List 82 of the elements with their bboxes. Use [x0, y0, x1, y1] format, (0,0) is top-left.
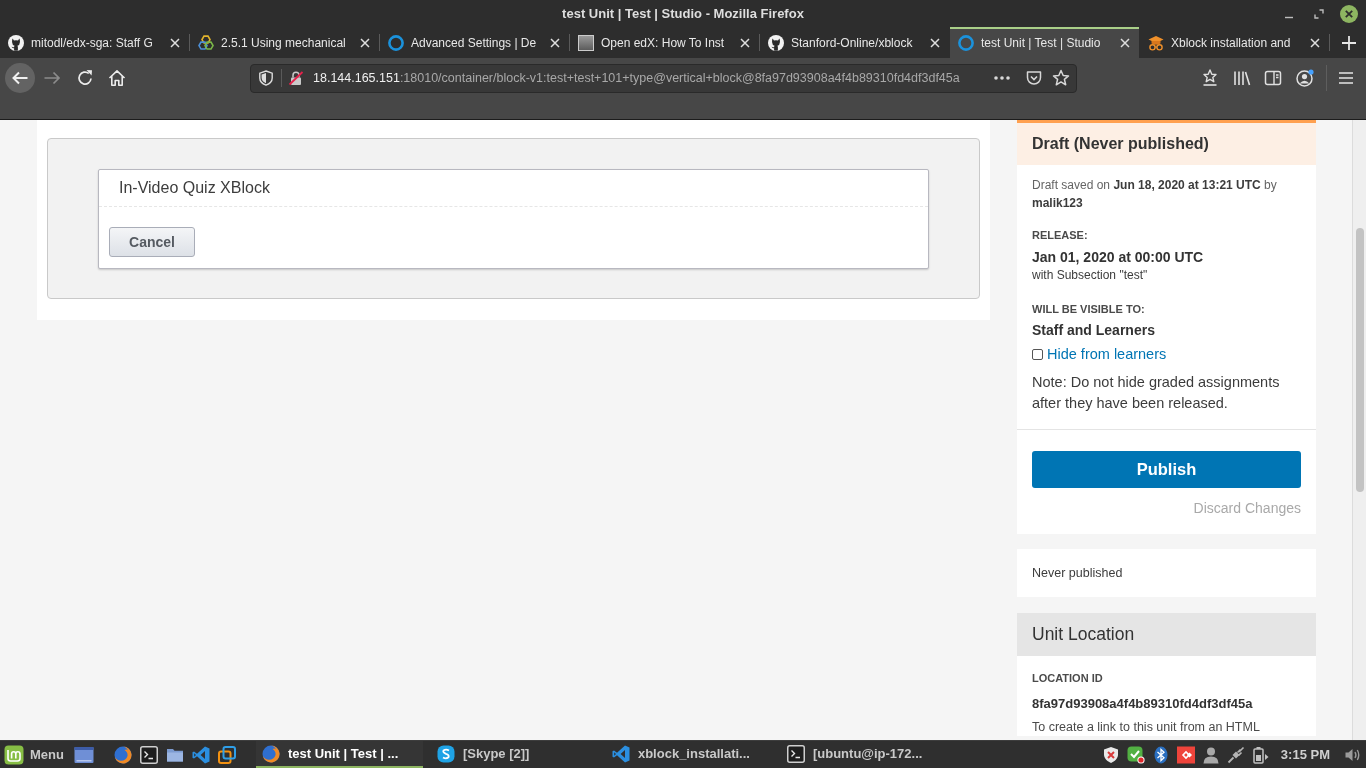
visibility-label: WILL BE VISIBLE TO:	[1032, 302, 1146, 317]
location-help-text: To create a link to this unit from an HTML	[1032, 719, 1261, 736]
ring-icon	[388, 34, 404, 51]
close-icon[interactable]	[740, 37, 750, 48]
more-icon[interactable]	[993, 75, 1011, 81]
sidebar-icon[interactable]	[1264, 69, 1282, 87]
code-icon[interactable]	[191, 745, 210, 764]
plus-icon[interactable]	[1341, 34, 1357, 51]
cat-icon	[768, 34, 784, 51]
logo-icon	[4, 744, 24, 765]
scrollbar-thumb[interactable]	[1355, 228, 1364, 492]
editor-title: In-Video Quiz XBlock	[119, 179, 270, 197]
diamonds-icon[interactable]	[1176, 745, 1195, 764]
release-scope-text: with Subsection "test"	[1032, 267, 1149, 283]
library-icon[interactable]	[1233, 69, 1251, 87]
graduation-cap-icon	[1148, 34, 1164, 51]
check-badge-icon[interactable]	[1126, 745, 1145, 764]
shield-icon[interactable]	[258, 70, 274, 86]
taskbar-window-button[interactable]: test Unit | Test | ...	[255, 741, 423, 768]
browser-tab[interactable]: Advanced Settings | De	[380, 27, 569, 58]
star-tray-icon[interactable]	[1201, 69, 1219, 87]
release-date: Jan 01, 2020 at 00:00 UTC	[1032, 248, 1205, 267]
browser-tab[interactable]: test Unit | Test | Studio	[950, 27, 1139, 58]
back-icon[interactable]	[5, 63, 35, 93]
globe-icon	[261, 744, 280, 763]
globe-icon[interactable]	[113, 745, 132, 764]
address-field[interactable]: 18.144.165.151:18010/container/block-v1:test+test+101+type@vertical+block@8fa97d93908a4f4b89310fd4df3df45a	[250, 63, 1077, 93]
photo-placeholder	[578, 34, 594, 51]
hide-checkbox[interactable]	[1032, 348, 1043, 360]
ring-icon	[958, 34, 974, 51]
account-icon[interactable]	[1296, 69, 1314, 87]
taskbar-window-button[interactable]: xblock_installati...	[605, 741, 773, 768]
pocket-icon[interactable]	[1025, 69, 1043, 87]
browser-tab[interactable]: Xblock installation and	[1140, 27, 1329, 58]
scrollbar-track[interactable]	[1352, 120, 1366, 740]
cat-icon	[8, 34, 24, 51]
section-title: Unit Location	[1032, 624, 1135, 645]
maximize-icon[interactable]	[1314, 8, 1324, 19]
clock-text[interactable]: 3:15 PM	[1280, 747, 1330, 762]
location-id-text: 8fa97d93908a4f4b89310fd4df3df45a	[1032, 695, 1254, 713]
publish-button[interactable]: Publish	[1032, 451, 1301, 488]
release-label: RELEASE:	[1032, 228, 1089, 243]
star-icon[interactable]	[1052, 69, 1070, 87]
terminal-icon	[786, 744, 805, 763]
home-icon[interactable]	[108, 69, 126, 87]
close-icon[interactable]	[550, 37, 560, 48]
window-title: test Unit | Test | Studio - Mozilla Firefox	[562, 6, 804, 21]
browser-tab[interactable]: mitodl/edx-sga: Staff G	[0, 27, 189, 58]
close-icon[interactable]	[930, 37, 940, 48]
menu-button[interactable]: Menu	[4, 744, 64, 765]
visibility-text: Staff and Learners	[1032, 321, 1156, 340]
hexagons-icon	[198, 34, 214, 51]
publish-history-text: Never published	[1032, 566, 1123, 580]
code-icon	[611, 744, 630, 763]
browser-tab[interactable]: Open edX: How To Inst	[570, 27, 759, 58]
chat-icon	[436, 744, 455, 763]
close-icon[interactable]	[1310, 37, 1320, 48]
location-id-label: LOCATION ID	[1032, 671, 1104, 686]
forward-icon[interactable]	[43, 69, 61, 87]
close-icon[interactable]	[1120, 37, 1130, 48]
hide-from-learners-link[interactable]: Hide from learners	[1047, 346, 1167, 362]
cancel-button[interactable]: Cancel	[109, 227, 195, 257]
battery-icon[interactable]	[1251, 745, 1270, 764]
taskbar-window-button[interactable]: [ubuntu@ip-172...	[780, 741, 948, 768]
browser-tab[interactable]: 2.5.1 Using mechanical	[190, 27, 379, 58]
draft-saved-text: Draft saved on Jun 18, 2020 at 13:21 UTC by malik123	[1032, 177, 1278, 212]
taskbar-window-button[interactable]: [Skype [2]]	[430, 741, 598, 768]
close-icon[interactable]	[1340, 4, 1358, 23]
browser-tab[interactable]: Stanford-Online/xblock	[760, 27, 949, 58]
user-icon[interactable]	[1201, 745, 1220, 764]
lock-slashed-icon[interactable]	[288, 70, 304, 86]
desktop-icon[interactable]	[73, 745, 94, 764]
close-icon[interactable]	[360, 37, 370, 48]
plug-icon[interactable]	[1226, 745, 1245, 764]
note-text: Note: Do not hide graded assignments after they have been released.	[1032, 373, 1281, 413]
panel-title: Draft (Never published)	[1032, 135, 1209, 153]
squares-icon[interactable]	[217, 745, 236, 764]
terminal-icon[interactable]	[139, 745, 158, 764]
shield-x-icon[interactable]	[1101, 745, 1120, 764]
menu-icon[interactable]	[1337, 69, 1355, 87]
close-icon[interactable]	[170, 37, 180, 48]
reload-icon[interactable]	[76, 69, 94, 87]
